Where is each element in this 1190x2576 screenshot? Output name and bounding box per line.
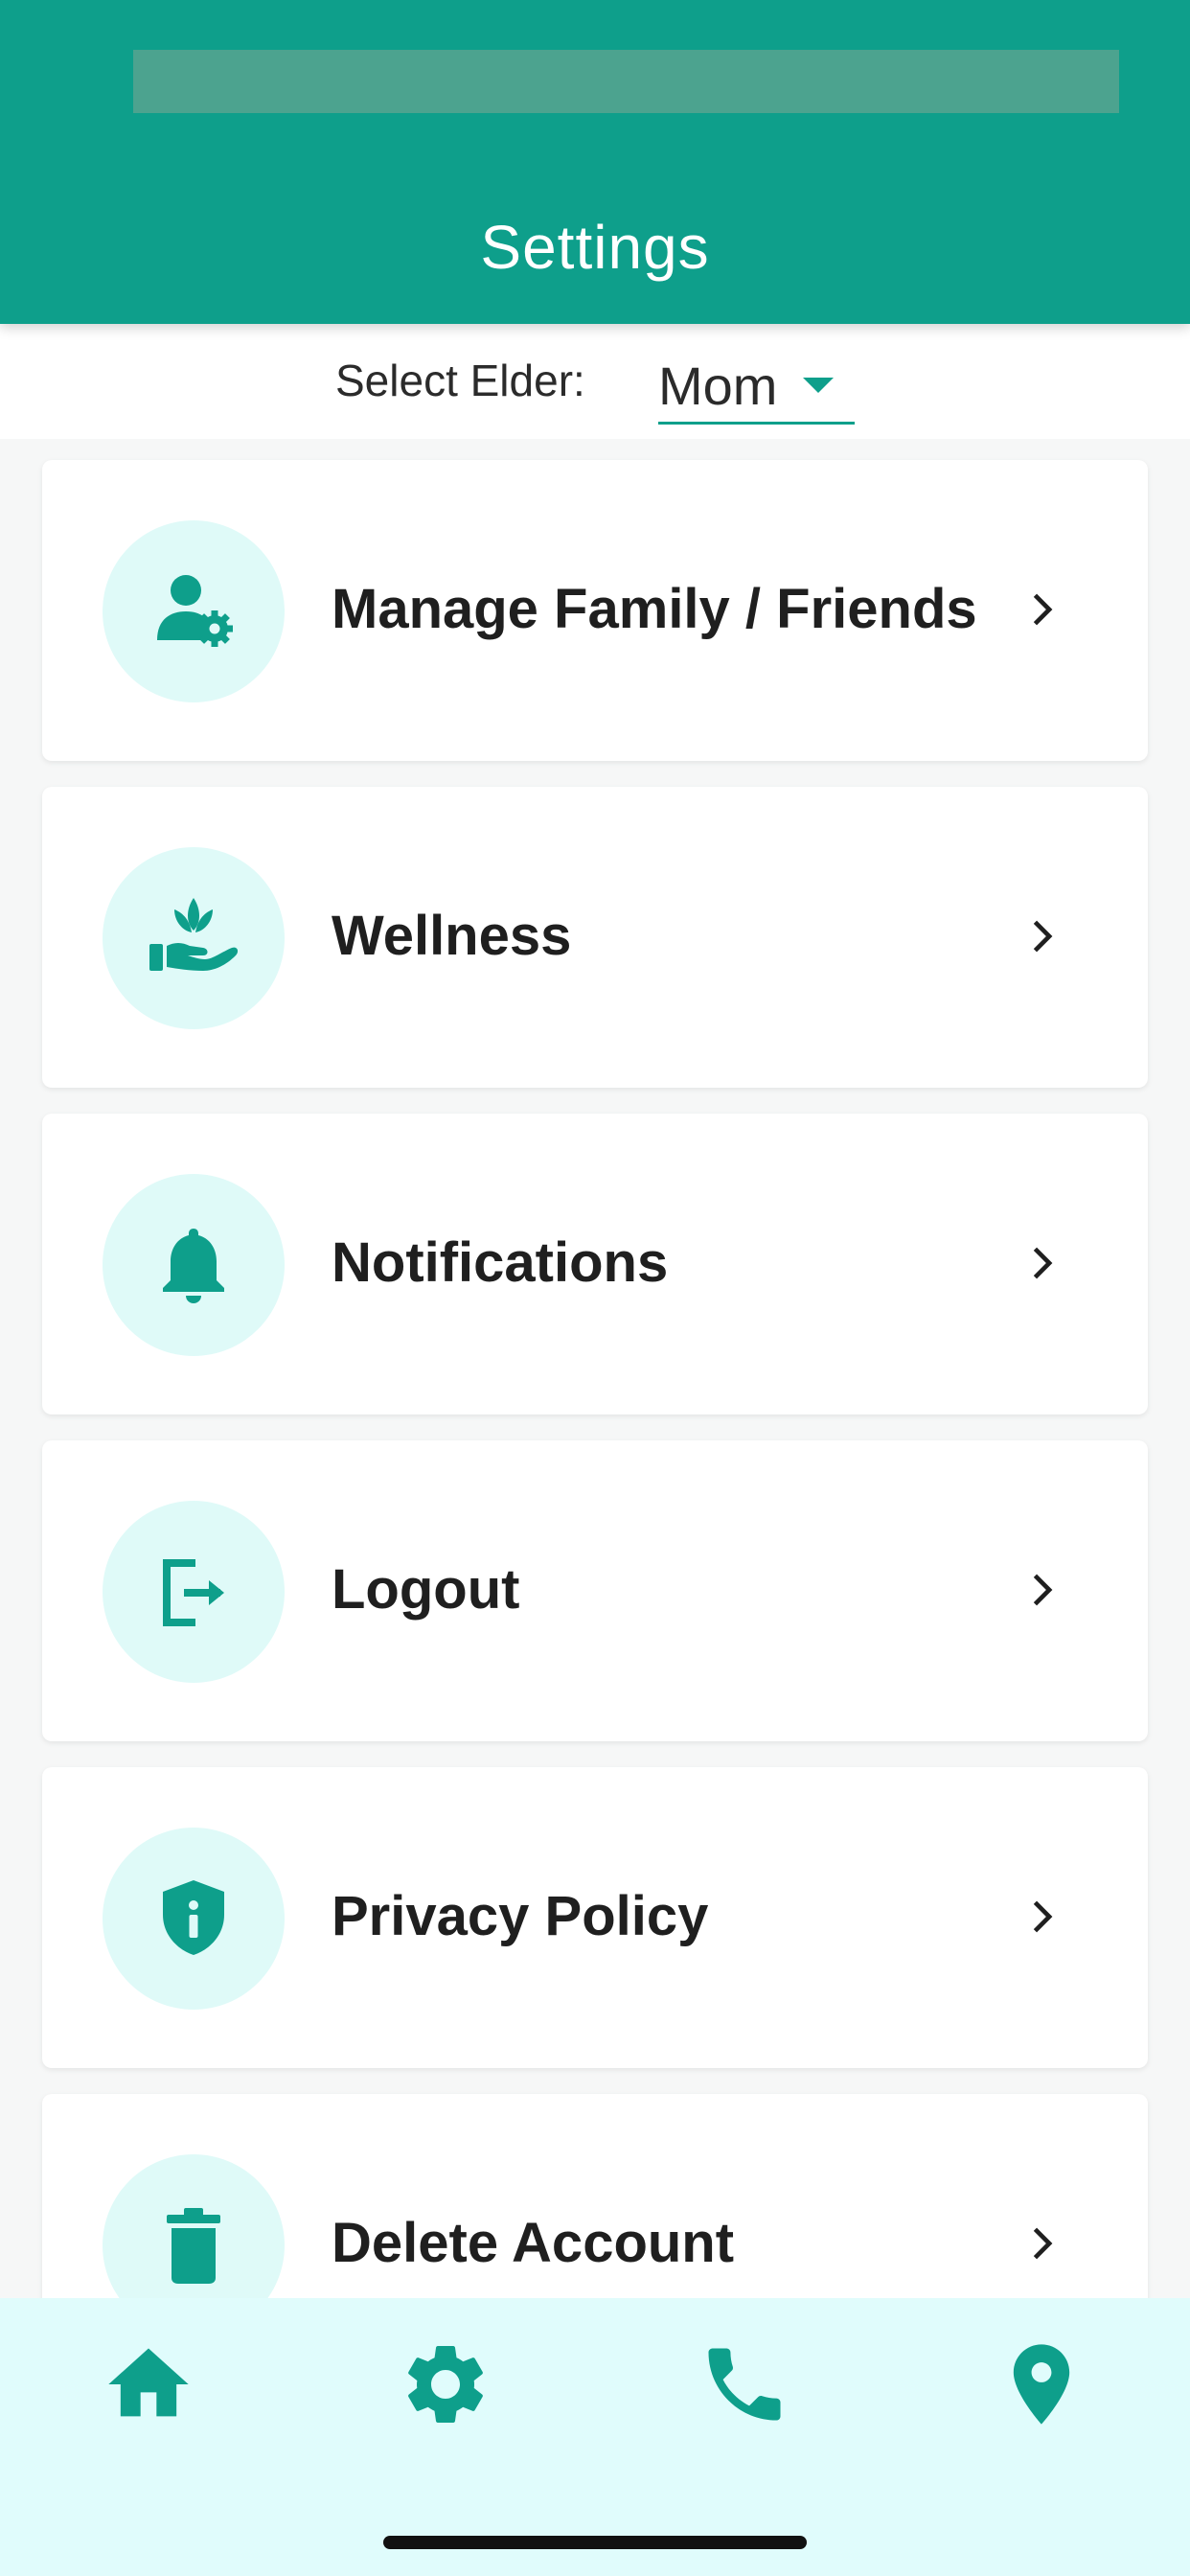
settings-item-label: Wellness: [332, 905, 572, 967]
chevron-right-icon: [1033, 2227, 1053, 2260]
caret-down-icon: [803, 378, 834, 393]
chevron-right-icon: [1033, 1574, 1053, 1606]
elder-selector-row: Select Elder: Mom: [0, 324, 1190, 439]
app-header: Settings: [0, 0, 1190, 324]
shield-info-icon: [103, 1828, 285, 2010]
chevron-right-icon: [1033, 1247, 1053, 1279]
location-pin-icon: [1013, 2344, 1070, 2425]
nav-location[interactable]: [994, 2336, 1089, 2432]
settings-item-manage-family[interactable]: Manage Family / Friends: [42, 460, 1148, 761]
elder-dropdown[interactable]: Mom: [658, 343, 855, 425]
elder-selector-label: Select Elder:: [335, 356, 585, 405]
home-indicator: [383, 2536, 807, 2549]
nav-call[interactable]: [697, 2336, 792, 2432]
settings-screen: Settings Select Elder: Mom Manage Family…: [0, 0, 1190, 2576]
logout-icon: [103, 1501, 285, 1683]
chevron-right-icon: [1033, 1900, 1053, 1933]
gear-icon: [408, 2346, 483, 2423]
settings-item-privacy-policy[interactable]: Privacy Policy: [42, 1767, 1148, 2068]
settings-item-label: Logout: [332, 1558, 520, 1621]
settings-item-label: Notifications: [332, 1231, 669, 1294]
chevron-right-icon: [1033, 593, 1053, 626]
settings-item-notifications[interactable]: Notifications: [42, 1114, 1148, 1414]
settings-item-label: Manage Family / Friends: [332, 578, 977, 640]
user-gear-icon: [103, 520, 285, 702]
hand-lotus-icon: [103, 847, 285, 1029]
phone-icon: [708, 2348, 781, 2421]
header-banner-placeholder: [133, 50, 1119, 113]
home-icon: [108, 2348, 189, 2417]
settings-item-label: Privacy Policy: [332, 1885, 709, 1947]
bell-icon: [103, 1174, 285, 1356]
settings-item-logout[interactable]: Logout: [42, 1440, 1148, 1741]
settings-item-label: Delete Account: [332, 2212, 735, 2274]
page-title: Settings: [480, 213, 710, 282]
chevron-right-icon: [1033, 920, 1053, 953]
bottom-navigation: [0, 2298, 1190, 2576]
nav-settings[interactable]: [398, 2336, 493, 2432]
elder-dropdown-value: Mom: [658, 356, 778, 416]
settings-item-wellness[interactable]: Wellness: [42, 787, 1148, 1088]
nav-home[interactable]: [101, 2336, 196, 2432]
